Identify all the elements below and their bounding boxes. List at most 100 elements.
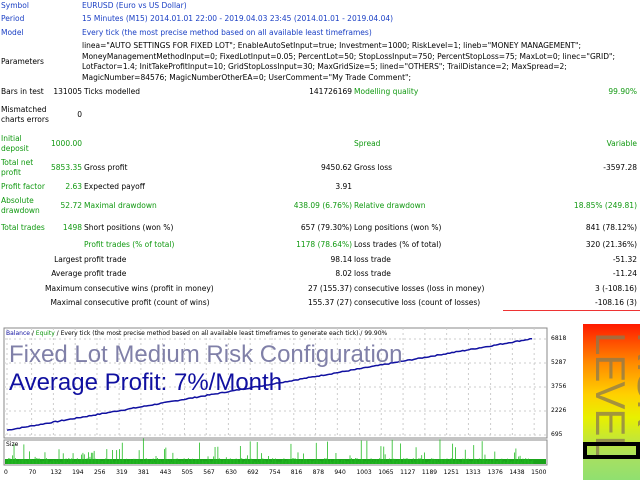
parameters-label: Parameters: [1, 57, 44, 66]
x-tick-label: 443: [159, 469, 172, 476]
x-tick-label: 505: [181, 469, 193, 476]
y-tick-label: 5287: [551, 359, 567, 366]
average-profit-label: profit trade: [84, 269, 127, 278]
gross-profit-label: Gross profit: [84, 163, 128, 172]
maximum-label: Maximum: [45, 283, 83, 293]
mismatch-label: Mismatched charts errors: [1, 105, 49, 124]
net-profit-label: Total net profit: [1, 158, 34, 177]
x-tick-label: 1313: [465, 469, 481, 476]
profit-trades-label: Profit trades (% of total): [84, 240, 175, 249]
average-loss-value: -11.24: [612, 269, 637, 278]
max-consec-wins-label: consecutive wins (profit in money): [84, 283, 214, 293]
average-profit-value: 8.02: [335, 269, 353, 278]
total-trades-value: 1498: [62, 223, 83, 232]
x-tick-label: 567: [203, 469, 215, 476]
long-pos-label: Long positions (won %): [354, 223, 442, 232]
max-drawdown-label: Maximal drawdown: [84, 201, 157, 210]
short-pos-value: 657 (79.30%): [300, 223, 353, 232]
largest-profit-label: profit trade: [84, 254, 127, 264]
risk-level-marker: [583, 442, 640, 459]
short-pos-label: Short positions (won %): [84, 223, 174, 232]
legend-balance: Balance: [6, 330, 30, 337]
spread-value: Variable: [606, 138, 637, 148]
max-consec-wins-value: 27 (155.37): [307, 283, 353, 293]
legend-equity: Equity: [35, 330, 55, 337]
x-tick-label: 381: [137, 469, 150, 476]
x-tick-label: 1003: [356, 469, 372, 476]
x-tick-label: 132: [50, 469, 62, 476]
largest-label: Largest: [54, 254, 83, 264]
expected-payoff-label: Expected payoff: [84, 182, 145, 191]
max-consec-losses-label: consecutive losses (loss in money): [354, 283, 485, 293]
loss-trades-value: 320 (21.36%): [585, 240, 637, 249]
gross-loss-label: Gross loss: [354, 163, 393, 172]
x-tick-label: 754: [268, 469, 281, 476]
x-tick-label: 194: [72, 469, 84, 476]
x-tick-label: 1065: [378, 469, 394, 476]
maximal-label: Maximal: [50, 298, 83, 307]
x-tick-label: 940: [334, 469, 346, 476]
chart-header: Balance / Equity / Every tick (the most …: [6, 330, 388, 337]
ticks-label: Ticks modelled: [84, 86, 141, 96]
long-pos-value: 841 (78.12%): [585, 223, 637, 232]
x-tick-label: 878: [312, 469, 325, 476]
x-tick-label: 0: [4, 469, 8, 476]
deposit-label: Initial deposit: [1, 133, 29, 153]
x-tick-label: 1500: [531, 469, 547, 476]
balance-chart: Balance / Equity / Every tick (the most …: [2, 325, 580, 480]
x-tick-label: 319: [116, 469, 128, 476]
risk-level-indicator: RISK LEVEL: [583, 324, 640, 480]
total-trades-label: Total trades: [1, 223, 45, 232]
rel-drawdown-value: 18.85% (249.81): [573, 201, 637, 210]
model-label: Model: [1, 28, 24, 37]
quality-value: 99.90%: [608, 86, 637, 96]
max-consec-losses-value: 3 (-108.16): [595, 283, 637, 293]
loss-trades-label: Loss trades (% of total): [354, 240, 442, 249]
x-tick-label: 1189: [421, 469, 438, 476]
max-drawdown-value: 438.09 (6.76%): [293, 201, 353, 210]
profit-factor-label: Profit factor: [1, 182, 45, 191]
average-label: Average: [51, 269, 83, 278]
maximal-consec-loss-value: -108.16 (3): [503, 296, 640, 311]
profit-factor-value: 2.63: [65, 182, 83, 191]
y-tick-label: 6818: [551, 335, 567, 342]
mismatch-value: 0: [77, 110, 83, 119]
bars-label: Bars in test: [1, 86, 44, 96]
maximal-consec-profit-label: consecutive profit (count of wins): [84, 298, 210, 307]
x-tick-label: 816: [290, 469, 303, 476]
maximal-consec-loss-label: consecutive loss (count of losses): [354, 298, 481, 307]
model-value: Every tick (the most precise method base…: [82, 28, 372, 37]
size-label: Size: [6, 441, 19, 448]
maximal-consec-profit-value: 155.37 (27): [307, 298, 353, 307]
watermark-title: Fixed Lot Medium Risk Configuration: [9, 341, 403, 368]
symbol-label: Symbol: [1, 1, 29, 10]
x-tick-label: 70: [28, 469, 37, 476]
x-tick-label: 1127: [400, 469, 416, 476]
gross-loss-value: -3597.28: [603, 163, 637, 172]
period-label: Period: [1, 14, 25, 23]
report-table: Symbol EURUSD (Euro vs US Dollar) Period 1…: [0, 0, 640, 311]
y-tick-label: 3756: [551, 383, 567, 390]
y-tick-label: 2226: [551, 406, 567, 414]
y-tick-label: 695: [551, 431, 563, 438]
average-loss-label: loss trade: [354, 269, 391, 278]
quality-label: Modelling quality: [354, 86, 419, 96]
x-tick-label: 1376: [487, 469, 503, 476]
ticks-value: 141726169: [309, 86, 353, 96]
x-tick-label: 256: [93, 469, 106, 476]
expected-payoff-value: 3.91: [335, 182, 353, 191]
largest-profit-value: 98.14: [330, 254, 353, 264]
abs-drawdown-value: 52.72: [60, 201, 83, 210]
watermark-profit: Average Profit: 7%/Month: [9, 369, 283, 396]
x-tick-label: 1438: [509, 469, 525, 476]
largest-loss-value: -51.32: [612, 254, 637, 264]
profit-trades-value: 1178 (78.64%): [296, 240, 353, 249]
x-tick-label: 1251: [443, 469, 459, 476]
rel-drawdown-label: Relative drawdown: [354, 201, 426, 210]
x-tick-label: 692: [247, 469, 259, 476]
symbol-value: EURUSD (Euro vs US Dollar): [82, 1, 187, 10]
net-profit-value: 5853.35: [51, 163, 83, 172]
largest-loss-label: loss trade: [354, 254, 391, 264]
spread-label: Spread: [354, 138, 381, 148]
gross-profit-value: 9450.62: [321, 163, 353, 172]
